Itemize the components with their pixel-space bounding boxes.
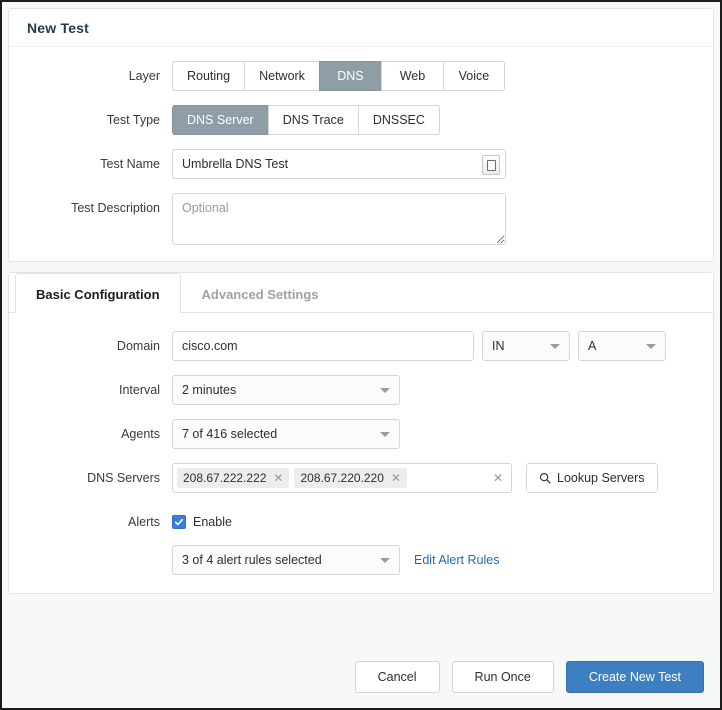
alert-rules-value: 3 of 4 alert rules selected — [182, 553, 322, 567]
card-body: Layer Routing Network DNS Web Voice Test… — [9, 47, 713, 261]
domain-input[interactable]: cisco.com — [172, 331, 474, 361]
agents-control: 7 of 416 selected — [172, 419, 400, 449]
test-type-option-dnssec[interactable]: DNSSEC — [357, 105, 440, 135]
test-type-option-dns-trace[interactable]: DNS Trace — [267, 105, 358, 135]
create-new-test-button[interactable]: Create New Test — [565, 661, 704, 693]
layer-option-network[interactable]: Network — [244, 61, 319, 91]
new-test-dialog: New Test Layer Routing Network DNS Web V… — [0, 0, 722, 710]
interval-value: 2 minutes — [182, 383, 237, 397]
list-item[interactable]: 208.67.222.222 ✕ — [177, 468, 290, 488]
dns-servers-label: DNS Servers — [87, 471, 160, 485]
chevron-down-icon — [380, 431, 390, 437]
dns-servers-control: 208.67.222.222 ✕ 208.67.220.220 ✕ ✕ Look… — [172, 463, 658, 493]
chevron-down-icon — [646, 343, 656, 349]
domain-control: cisco.com IN A — [172, 331, 666, 361]
dns-record-type-select[interactable]: A — [578, 331, 666, 361]
domain-label: Domain — [116, 339, 160, 353]
interval-select[interactable]: 2 minutes — [172, 375, 400, 405]
dns-class-value: IN — [492, 339, 505, 353]
lookup-servers-button[interactable]: Lookup Servers — [526, 463, 658, 493]
alerts-enable-wrap: Enable — [172, 507, 232, 537]
test-type-row: Test Type DNS Server DNS Trace DNSSEC — [9, 105, 713, 135]
test-name-label: Test Name — [100, 157, 160, 171]
test-name-input[interactable]: Umbrella DNS Test — [172, 149, 506, 179]
layer-option-routing[interactable]: Routing — [172, 61, 245, 91]
alerts-control: Enable 3 of 4 alert rules selected Edit … — [172, 507, 499, 575]
domain-value: cisco.com — [182, 339, 238, 353]
test-type-control: DNS Server DNS Trace DNSSEC — [172, 105, 440, 135]
test-type-label: Test Type — [106, 113, 160, 127]
chevron-down-icon — [380, 557, 390, 563]
search-icon — [539, 472, 551, 484]
alerts-row: Alerts Enable 3 of 4 alert rules selecte… — [9, 507, 713, 575]
page-title: New Test — [27, 19, 90, 36]
test-definition-card: New Test Layer Routing Network DNS Web V… — [8, 8, 714, 262]
layer-row: Layer Routing Network DNS Web Voice — [9, 61, 713, 91]
layer-option-dns[interactable]: DNS — [318, 61, 381, 91]
agents-select[interactable]: 7 of 416 selected — [172, 419, 400, 449]
domain-row: Domain cisco.com IN A — [9, 331, 713, 361]
check-icon — [174, 518, 184, 526]
alert-rules-wrap: 3 of 4 alert rules selected Edit Alert R… — [172, 545, 499, 575]
chip-label: 208.67.220.220 — [300, 471, 384, 485]
run-once-button[interactable]: Run Once — [451, 661, 554, 693]
test-name-control: Umbrella DNS Test — [172, 149, 506, 179]
test-description-input[interactable] — [172, 193, 506, 245]
test-name-row: Test Name Umbrella DNS Test — [9, 149, 713, 179]
test-description-row: Test Description — [9, 193, 713, 245]
dns-record-type-value: A — [588, 339, 597, 353]
stepper-icon[interactable] — [482, 155, 500, 175]
test-description-control — [172, 193, 506, 245]
interval-row: Interval 2 minutes — [9, 375, 713, 405]
chevron-down-icon — [380, 387, 390, 393]
lookup-servers-label: Lookup Servers — [557, 471, 645, 485]
alerts-enable-checkbox[interactable] — [172, 515, 186, 529]
layer-label: Layer — [128, 69, 160, 83]
close-icon[interactable]: ✕ — [273, 472, 283, 484]
interval-control: 2 minutes — [172, 375, 400, 405]
agents-label: Agents — [121, 427, 160, 441]
test-name-value: Umbrella DNS Test — [182, 157, 289, 171]
test-description-label: Test Description — [71, 201, 160, 215]
dns-servers-row: DNS Servers 208.67.222.222 ✕ 208.67.220.… — [9, 463, 713, 493]
tab-basic-configuration[interactable]: Basic Configuration — [15, 273, 181, 313]
dns-class-select[interactable]: IN — [482, 331, 570, 361]
config-tabs: Basic Configuration Advanced Settings — [9, 273, 713, 313]
agents-value: 7 of 416 selected — [182, 427, 278, 441]
card-header: New Test — [9, 9, 713, 47]
alert-rules-select[interactable]: 3 of 4 alert rules selected — [172, 545, 400, 575]
configuration-card: Basic Configuration Advanced Settings Do… — [8, 272, 714, 594]
layer-option-web[interactable]: Web — [380, 61, 443, 91]
list-item[interactable]: 208.67.220.220 ✕ — [294, 468, 407, 488]
dns-servers-input[interactable]: 208.67.222.222 ✕ 208.67.220.220 ✕ ✕ — [172, 463, 512, 493]
layer-segmented-group: Routing Network DNS Web Voice — [172, 61, 505, 91]
test-type-option-dns-server[interactable]: DNS Server — [172, 105, 268, 135]
layer-control: Routing Network DNS Web Voice — [172, 61, 505, 91]
alerts-enable-label: Enable — [193, 515, 232, 529]
tab-advanced-settings[interactable]: Advanced Settings — [181, 273, 340, 313]
test-type-segmented-group: DNS Server DNS Trace DNSSEC — [172, 105, 440, 135]
chevron-down-icon — [550, 343, 560, 349]
dialog-footer: Cancel Run Once Create New Test — [8, 646, 714, 708]
clear-all-icon[interactable]: ✕ — [493, 471, 503, 485]
chip-label: 208.67.222.222 — [183, 471, 267, 485]
alerts-label: Alerts — [128, 515, 160, 529]
agents-row: Agents 7 of 416 selected — [9, 419, 713, 449]
close-icon[interactable]: ✕ — [391, 472, 401, 484]
layer-option-voice[interactable]: Voice — [442, 61, 505, 91]
basic-configuration-panel: Domain cisco.com IN A Interval 2 minutes… — [9, 313, 713, 593]
cancel-button[interactable]: Cancel — [354, 661, 440, 693]
interval-label: Interval — [119, 383, 160, 397]
edit-alert-rules-link[interactable]: Edit Alert Rules — [414, 545, 499, 575]
